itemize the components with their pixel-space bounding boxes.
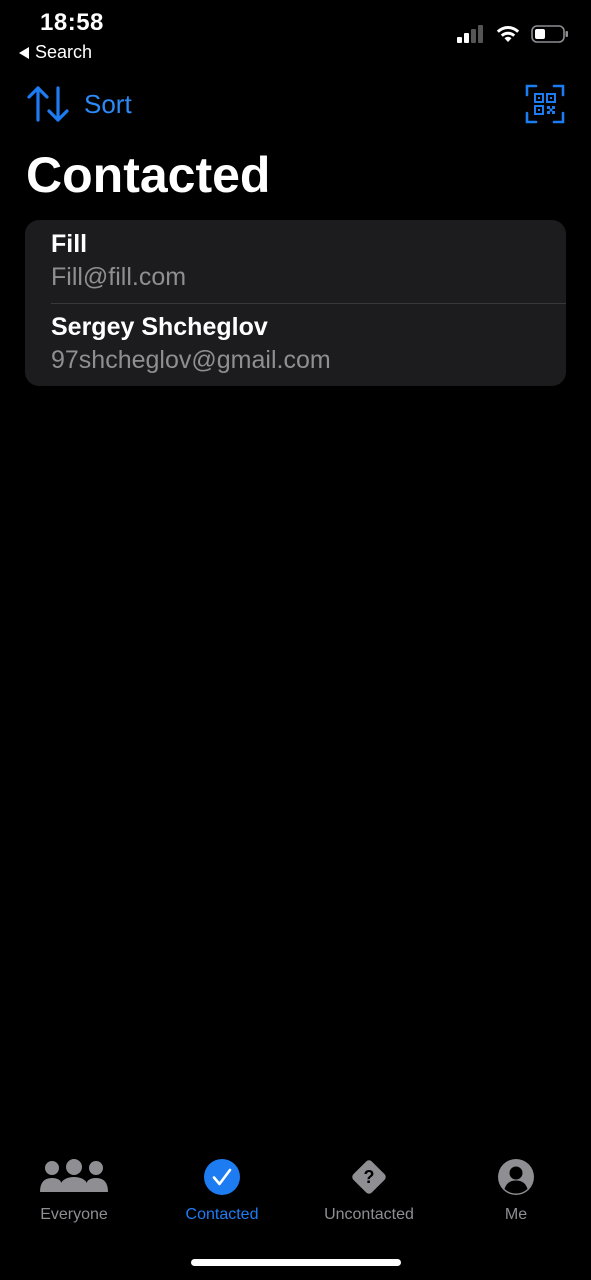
back-to-search-button[interactable]: Search	[19, 42, 92, 63]
back-caret-icon	[19, 46, 29, 59]
question-diamond-icon: ?	[352, 1160, 386, 1194]
cellular-signal-icon	[457, 25, 483, 43]
qr-code-scan-icon	[525, 84, 565, 124]
tab-label: Contacted	[185, 1206, 259, 1223]
contact-email: Fill@fill.com	[51, 263, 187, 291]
tab-everyone[interactable]: Everyone	[0, 1150, 148, 1226]
status-time: 18:58	[40, 9, 104, 36]
tab-bar: Everyone Contacted ? Uncontacted Me	[0, 1150, 591, 1230]
person-circle-icon	[498, 1159, 534, 1195]
contact-name: Fill	[51, 230, 88, 258]
sort-button[interactable]: Sort	[26, 84, 132, 124]
checkmark-circle-icon	[204, 1159, 240, 1195]
contact-row[interactable]: Sergey Shcheglov 97shcheglov@gmail.com	[25, 303, 566, 386]
people-group-icon	[40, 1159, 108, 1192]
tab-contacted[interactable]: Contacted	[148, 1150, 296, 1226]
wifi-icon	[496, 26, 520, 42]
tab-me[interactable]: Me	[442, 1150, 590, 1226]
contact-name: Sergey Shcheglov	[51, 313, 268, 341]
svg-text:?: ?	[364, 1167, 375, 1187]
tab-label: Everyone	[40, 1206, 108, 1223]
battery-icon	[531, 25, 568, 43]
page-title: Contacted	[26, 147, 271, 203]
contact-row[interactable]: Fill Fill@fill.com	[25, 220, 566, 303]
tab-uncontacted[interactable]: ? Uncontacted	[295, 1150, 443, 1226]
back-label: Search	[35, 42, 93, 62]
sort-arrows-icon	[27, 86, 69, 122]
tab-label: Me	[504, 1206, 528, 1223]
qr-scan-button[interactable]	[525, 84, 565, 124]
contact-list: Fill Fill@fill.com Sergey Shcheglov 97sh…	[25, 220, 566, 386]
contact-email: 97shcheglov@gmail.com	[51, 346, 331, 374]
home-indicator[interactable]	[191, 1259, 401, 1266]
sort-label: Sort	[84, 88, 132, 119]
status-indicators	[457, 24, 569, 44]
tab-label: Uncontacted	[324, 1206, 414, 1223]
